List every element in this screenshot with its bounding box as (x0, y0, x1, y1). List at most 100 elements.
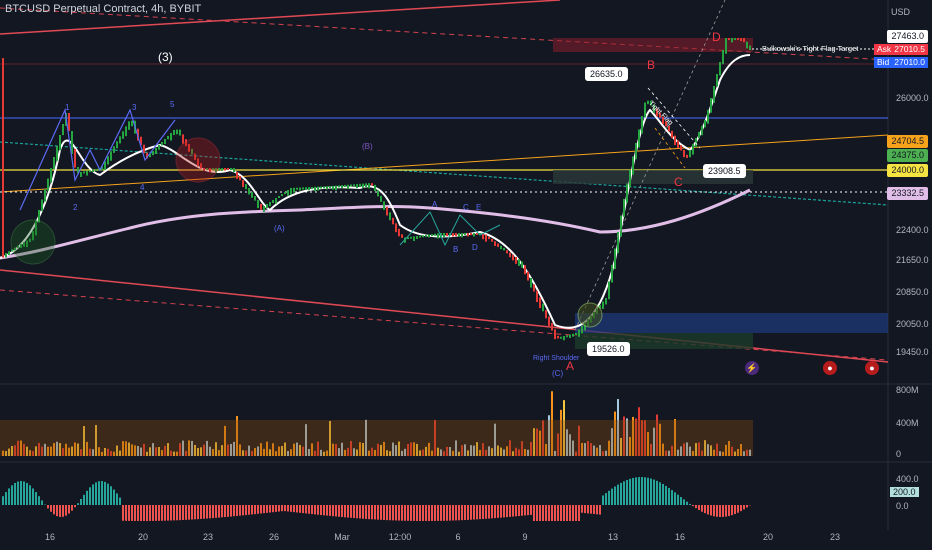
candle (242, 180, 244, 187)
candle (290, 188, 292, 195)
candle (359, 183, 361, 187)
osc-bar (689, 503, 691, 505)
osc-bar (32, 488, 34, 505)
candle (551, 323, 553, 331)
osc-bar (125, 505, 127, 521)
lightning-event-icon[interactable]: ⚡ (745, 361, 759, 375)
candle (86, 170, 88, 176)
candle (164, 139, 166, 145)
candle (557, 335, 559, 339)
osc-bar (377, 505, 379, 520)
osc-bar (368, 505, 370, 520)
target-label: Bulkowski's Tight Flag Target (762, 44, 859, 53)
osc-bar (671, 490, 673, 505)
osc-bar (20, 481, 22, 505)
point-C-label: C (674, 175, 683, 189)
ask-label: Ask (877, 44, 892, 54)
price-tick: 20050.0 (896, 319, 929, 329)
osc-bar (344, 505, 346, 518)
osc-bar (725, 505, 727, 517)
osc-bar (503, 505, 505, 518)
osc-bar (50, 505, 52, 512)
candle (119, 136, 121, 144)
osc-bar (446, 505, 448, 521)
price-chart[interactable] (0, 0, 932, 550)
osc-bar (455, 505, 457, 521)
osc-bar (539, 505, 541, 521)
time-tick: 9 (522, 532, 528, 542)
candle (569, 334, 571, 338)
osc-bar (236, 505, 238, 516)
time-tick: 13 (607, 532, 619, 542)
osc-bar (332, 505, 334, 517)
time-tick: 23 (829, 532, 841, 542)
point-A-label: A (566, 359, 575, 373)
osc-bar (659, 482, 661, 505)
candle (125, 126, 127, 137)
price-badge-last: 27463.0 (887, 30, 928, 43)
osc-bar (584, 505, 586, 514)
osc-bar (488, 505, 490, 519)
osc-bar (248, 505, 250, 515)
osc-bar (197, 505, 199, 520)
candle (602, 301, 604, 310)
osc-bar (155, 505, 157, 521)
osc-bar (443, 505, 445, 521)
candle (389, 212, 391, 221)
candle (335, 185, 337, 191)
candle (131, 120, 133, 127)
wave-num-3: 3 (132, 103, 137, 112)
candle (272, 200, 274, 204)
candle (704, 120, 706, 128)
osc-bar (449, 505, 451, 521)
candle (491, 239, 493, 242)
candle (305, 187, 307, 190)
osc-bar (572, 505, 574, 521)
osc-bar (62, 505, 64, 517)
volume-tick: 800M (896, 385, 919, 395)
osc-bar (110, 486, 112, 505)
osc-bar (53, 505, 55, 515)
candle (269, 202, 271, 207)
osc-bar (563, 505, 565, 521)
candle (455, 233, 457, 237)
candle (485, 234, 487, 242)
candle (686, 154, 688, 159)
osc-bar (320, 505, 322, 516)
osc-bar (98, 481, 100, 505)
osc-bar (233, 505, 235, 517)
osc-bar (164, 505, 166, 521)
osc-bar (464, 505, 466, 521)
candle (68, 113, 70, 132)
osc-bar (569, 505, 571, 521)
circle-red (175, 137, 221, 183)
candle (113, 146, 115, 153)
osc-bar (158, 505, 160, 521)
osc-bar (278, 505, 280, 512)
osc-bar (38, 496, 40, 505)
us-flag-event-icon[interactable]: ● (823, 361, 837, 375)
osc-bar (113, 489, 115, 505)
candle (452, 233, 454, 237)
osc-bar (47, 505, 49, 509)
us-flag-event-icon[interactable]: ● (865, 361, 879, 375)
price-tick: 20850.0 (896, 287, 929, 297)
osc-bar (17, 481, 19, 505)
triangle-C: C (463, 203, 469, 212)
osc-bar (608, 490, 610, 505)
osc-bar (416, 505, 418, 521)
candle (374, 184, 376, 192)
osc-bar (560, 505, 562, 521)
osc-bar (668, 487, 670, 505)
osc-bar (311, 505, 313, 515)
osc-bar (620, 482, 622, 505)
osc-bar (239, 505, 241, 516)
osc-bar (425, 505, 427, 521)
candle (731, 38, 733, 43)
volume-tick: 0 (896, 449, 902, 459)
osc-bar (716, 505, 718, 517)
osc-bar (509, 505, 511, 517)
osc-bar (122, 505, 124, 521)
candle (677, 140, 679, 149)
candle (377, 190, 379, 197)
